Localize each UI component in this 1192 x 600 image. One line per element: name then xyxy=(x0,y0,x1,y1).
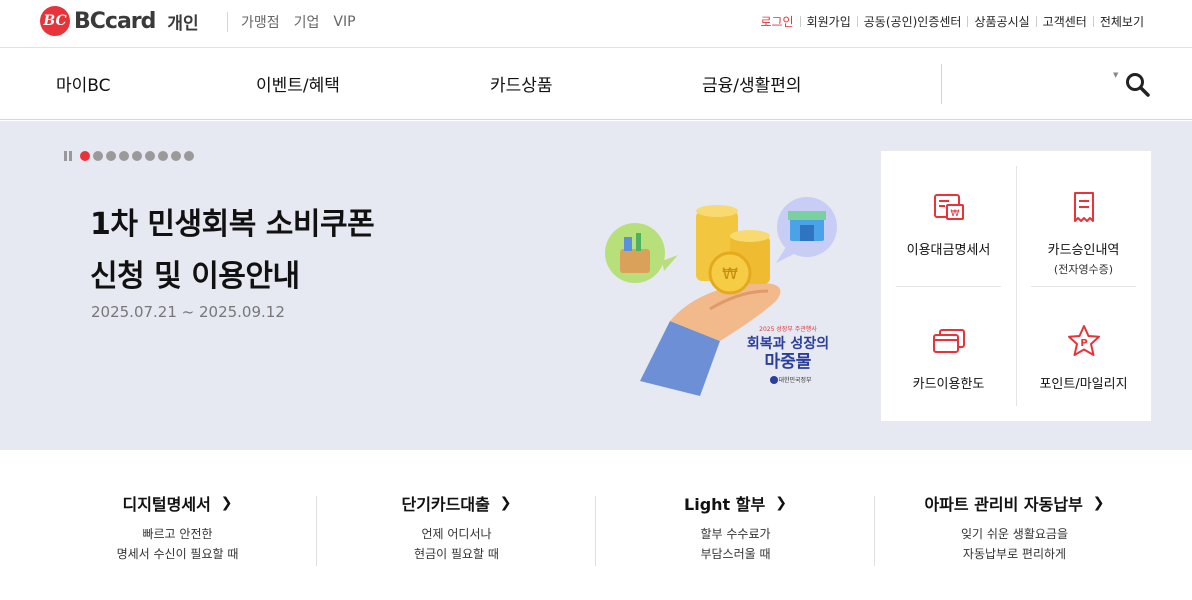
signup-link[interactable]: 회원가입 xyxy=(807,13,851,30)
grocery-bubble-icon xyxy=(605,223,678,283)
service-light-installment[interactable]: Light 할부 ❯ 할부 수수료가 부담스러울 때 xyxy=(596,491,875,571)
segment-merchant[interactable]: 가맹점 xyxy=(241,12,280,32)
service-title: 단기카드대출 xyxy=(401,495,490,514)
service-short-term-loan[interactable]: 단기카드대출 ❯ 언제 어디서나 현금이 필요할 때 xyxy=(317,491,596,571)
cert-center-link[interactable]: 공동(공인)인증센터 xyxy=(864,13,962,30)
service-apartment-autopay[interactable]: 아파트 관리비 자동납부 ❯ 잊기 쉬운 생활요금을 자동납부로 편리하게 xyxy=(875,491,1154,571)
svg-text:₩: ₩ xyxy=(950,209,959,219)
quick-approval-history[interactable]: 카드승인내역 (전자영수증) xyxy=(1016,189,1151,277)
svg-text:P: P xyxy=(1080,338,1087,349)
gov-label: 대한민국정부 xyxy=(778,376,812,384)
service-title: Light 할부 xyxy=(684,495,766,514)
service-desc-line2: 명세서 수신이 필요할 때 xyxy=(116,547,239,561)
shop-bubble-icon xyxy=(776,197,837,263)
point-icon: P xyxy=(1067,325,1100,356)
pause-icon[interactable] xyxy=(64,151,72,161)
quick-divider xyxy=(896,286,1001,287)
slide-dot[interactable] xyxy=(80,151,90,161)
campaign-badge: 2025 성장부 주관행사 회복과 성장의 마중물 대한민국정부 xyxy=(747,325,829,384)
service-desc-line1: 빠르고 안전한 xyxy=(142,527,213,541)
search-dropdown-caret-icon[interactable]: ▼ xyxy=(1113,71,1118,79)
segment-business[interactable]: 기업 xyxy=(294,12,320,32)
login-link[interactable]: 로그인 xyxy=(760,13,793,30)
quick-points[interactable]: P 포인트/마일리지 xyxy=(1016,323,1151,392)
slide-indicator xyxy=(64,151,197,161)
util-divider xyxy=(856,16,858,27)
customer-center-link[interactable]: 고객센터 xyxy=(1043,13,1087,30)
service-desc-line1: 언제 어디서나 xyxy=(421,527,492,541)
slide-dot[interactable] xyxy=(93,151,103,161)
slide-dot[interactable] xyxy=(158,151,168,161)
quick-menu-panel: ₩ 이용대금명세서 카드승인내역 (전자영수증) 카드이용한도 P 포인트/마일… xyxy=(881,151,1151,421)
slide-dot[interactable] xyxy=(106,151,116,161)
service-desc-line2: 현금이 필요할 때 xyxy=(414,547,499,561)
chevron-right-icon: ❯ xyxy=(775,495,787,511)
quick-approval-sub: (전자영수증) xyxy=(1053,263,1114,276)
nav-my-bc[interactable]: 마이BC xyxy=(56,71,111,96)
chevron-right-icon: ❯ xyxy=(1092,495,1105,511)
hero-coin-hand-illustration: ₩ 2025 성장부 주관행사 회복과 성장의 마중물 대한민국정부 xyxy=(605,197,837,396)
chevron-right-icon: ❯ xyxy=(220,495,233,511)
card-limit-icon xyxy=(932,329,965,353)
service-desc-line2: 부담스러울 때 xyxy=(700,547,771,561)
quick-card-limit-label: 카드이용한도 xyxy=(912,377,985,392)
svg-text:₩: ₩ xyxy=(722,264,738,283)
quick-points-label: 포인트/마일리지 xyxy=(1039,377,1128,392)
service-digital-statement[interactable]: 디지털명세서 ❯ 빠르고 안전한 명세서 수신이 필요할 때 xyxy=(38,491,317,571)
quick-card-limit[interactable]: 카드이용한도 xyxy=(881,323,1016,392)
bc-logo-mark-icon: BC xyxy=(40,6,70,36)
nav-finance-life[interactable]: 금융/생활편의 xyxy=(702,71,802,96)
badge-main-text-2: 마중물 xyxy=(765,352,812,372)
slide-dot[interactable] xyxy=(132,151,142,161)
brand-sub-personal: 개인 xyxy=(167,13,199,34)
util-divider xyxy=(967,16,969,27)
quick-statement[interactable]: ₩ 이용대금명세서 xyxy=(881,189,1016,258)
slide-dot[interactable] xyxy=(171,151,181,161)
segment-divider xyxy=(227,12,228,32)
quick-approval-label: 카드승인내역 xyxy=(1047,243,1120,258)
coin-stack-icon: ₩ xyxy=(696,205,770,295)
hero-title-line2: 신청 및 이용안내 xyxy=(90,259,300,294)
utility-links: 로그인 회원가입 공동(공인)인증센터 상품공시실 고객센터 전체보기 xyxy=(760,13,1144,30)
util-divider xyxy=(1092,16,1094,27)
util-divider xyxy=(799,16,801,27)
badge-small-text: 2025 성장부 주관행사 xyxy=(759,325,817,333)
bccard-logo[interactable]: BC BCcard 개인 xyxy=(40,6,199,36)
view-all-link[interactable]: 전체보기 xyxy=(1100,13,1144,30)
chevron-right-icon: ❯ xyxy=(499,495,512,511)
segment-vip[interactable]: VIP xyxy=(333,14,355,30)
hero-date: 2025.07.21 ~ 2025.09.12 xyxy=(91,303,285,321)
top-bar: BC BCcard 개인 가맹점 기업 VIP 로그인 회원가입 공동(공인)인… xyxy=(0,0,1192,48)
util-divider xyxy=(1035,16,1037,27)
slide-dot[interactable] xyxy=(184,151,194,161)
service-title: 아파트 관리비 자동납부 xyxy=(924,495,1083,514)
service-desc-line1: 잊기 쉬운 생활요금을 xyxy=(961,527,1068,541)
slide-dot[interactable] xyxy=(145,151,155,161)
main-nav: 마이BC 이벤트/혜택 카드상품 금융/생활편의 ▼ xyxy=(0,49,1192,120)
hero-title[interactable]: 1차 민생회복 소비쿠폰 신청 및 이용안내 xyxy=(90,199,375,303)
nav-card-products[interactable]: 카드상품 xyxy=(490,71,553,96)
search-icon[interactable] xyxy=(1124,71,1152,99)
brand-name: BCcard xyxy=(74,8,156,34)
service-desc-line1: 할부 수수료가 xyxy=(700,527,771,541)
service-title: 디지털명세서 xyxy=(122,495,211,514)
search-divider xyxy=(941,64,942,104)
slide-dot[interactable] xyxy=(119,151,129,161)
quick-divider xyxy=(1031,286,1136,287)
receipt-icon xyxy=(1073,192,1094,222)
hero-banner: 1차 민생회복 소비쿠폰 신청 및 이용안내 2025.07.21 ~ 2025… xyxy=(0,121,1192,450)
segment-nav: 가맹점 기업 VIP xyxy=(227,12,370,32)
service-desc-line2: 자동납부로 편리하게 xyxy=(962,547,1067,561)
statement-icon: ₩ xyxy=(933,194,964,220)
nav-events[interactable]: 이벤트/혜택 xyxy=(256,71,340,96)
badge-main-text-1: 회복과 성장의 xyxy=(747,335,829,352)
product-disclosure-link[interactable]: 상품공시실 xyxy=(974,13,1029,30)
hero-title-line1: 1차 민생회복 소비쿠폰 xyxy=(90,207,375,242)
quick-statement-label: 이용대금명세서 xyxy=(906,243,991,258)
